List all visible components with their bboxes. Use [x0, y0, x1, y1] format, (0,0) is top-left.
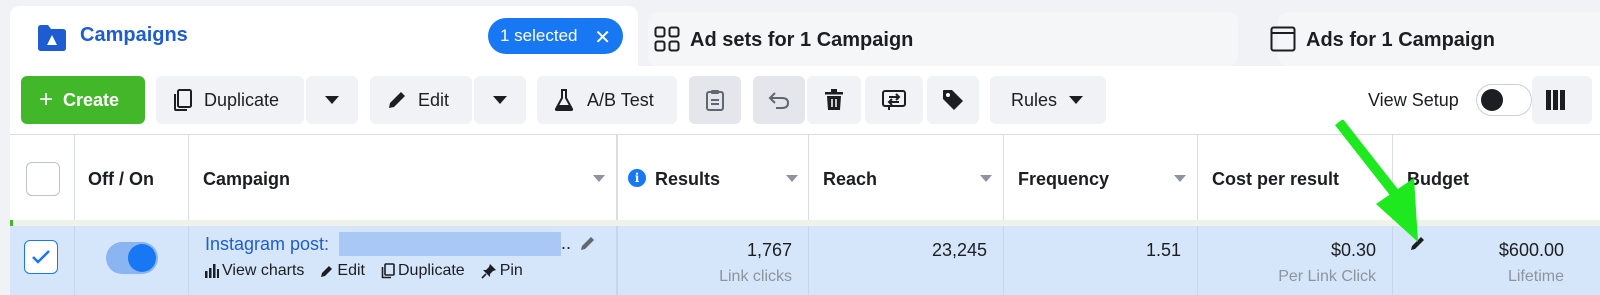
folder-icon [38, 25, 66, 51]
duplicate-action-label: Duplicate [397, 262, 465, 279]
tab-adsets-label: Ad sets for 1 Campaign [690, 29, 914, 51]
rules-button[interactable]: Rules [990, 76, 1106, 124]
tab-adsets[interactable]: Ad sets for 1 Campaign [648, 12, 1238, 66]
edit-action-label: Edit [337, 262, 365, 279]
selected-count-label: 1 selected [500, 26, 578, 45]
campaign-name-ellipsis: .. [561, 233, 572, 253]
header-cost-per-result-label: Cost per result [1212, 169, 1340, 189]
pencil-icon[interactable] [579, 234, 597, 252]
pencil-icon [389, 92, 405, 108]
select-all-checkbox[interactable] [26, 162, 60, 196]
edit-button[interactable]: Edit [370, 76, 472, 124]
create-button[interactable]: + Create [21, 76, 145, 124]
pin-action-label: Pin [499, 262, 523, 279]
header-reach[interactable]: Reach [809, 134, 1004, 220]
header-reach-label: Reach [823, 169, 878, 189]
header-results-label: Results [655, 169, 721, 189]
ab-test-button[interactable]: A/B Test [537, 76, 677, 124]
bar-chart-icon [205, 264, 219, 278]
ab-test-button-label: A/B Test [587, 89, 654, 110]
tab-campaigns-label: Campaigns [80, 24, 188, 46]
grid-icon [654, 26, 680, 52]
clipboard-icon [706, 90, 724, 111]
duplicate-icon [174, 89, 192, 111]
view-setup-toggle[interactable] [1476, 84, 1532, 116]
ad-window-icon [1270, 26, 1296, 52]
header-results[interactable]: i Results [618, 134, 809, 220]
view-charts-action[interactable]: View charts [205, 262, 304, 280]
row-actions: View charts Edit Duplicate Pin [205, 262, 523, 280]
header-frequency[interactable]: Frequency [1004, 134, 1198, 220]
duplicate-button-label: Duplicate [204, 89, 280, 110]
toggle-knob [128, 244, 156, 272]
header-campaign-label: Campaign [203, 169, 291, 189]
row-frequency-cell: 1.51 [1004, 226, 1198, 295]
header-onoff-label: Off / On [88, 169, 154, 189]
campaign-toggle[interactable] [106, 242, 158, 274]
edit-button-label: Edit [418, 89, 450, 110]
row-reach-cell: 23,245 [809, 226, 1004, 295]
frequency-value: 1.51 [1145, 240, 1181, 260]
row-results-cell: 1,767 Link clicks [618, 226, 809, 295]
row-select-cell [10, 226, 75, 295]
tab-ads[interactable]: Ads for 1 Campaign [1270, 12, 1600, 66]
tag-button[interactable] [927, 76, 979, 124]
exchange-icon [882, 90, 906, 110]
caret-down-icon [493, 96, 507, 104]
results-subtext: Link clicks [719, 268, 792, 285]
sort-caret-icon[interactable] [980, 175, 992, 182]
undo-icon [768, 92, 790, 109]
budget-value: $600.00 [1498, 240, 1564, 260]
duplicate-action[interactable]: Duplicate [381, 262, 465, 280]
sort-caret-icon[interactable] [593, 175, 605, 182]
columns-icon [1546, 90, 1565, 110]
budget-subtext: Lifetime [1507, 268, 1564, 285]
duplicate-dropdown-button[interactable] [306, 76, 358, 124]
selected-count-pill[interactable]: 1 selected ✕ [488, 18, 623, 54]
columns-button[interactable] [1532, 76, 1592, 124]
pin-action[interactable]: Pin [481, 262, 523, 280]
header-select-all [10, 134, 75, 220]
delete-button[interactable] [807, 76, 861, 124]
pencil-icon [321, 266, 333, 277]
sort-caret-icon[interactable] [786, 175, 798, 182]
pin-icon [481, 264, 496, 279]
trash-icon [825, 89, 843, 110]
toggle-knob [1481, 89, 1503, 111]
row-campaign-cell: Instagram post: .. View charts Edit Dupl… [189, 226, 618, 295]
header-campaign[interactable]: Campaign [189, 134, 618, 220]
close-icon[interactable]: ✕ [594, 25, 611, 50]
flask-icon [554, 89, 574, 111]
reach-value: 23,245 [931, 240, 987, 260]
tab-ads-label: Ads for 1 Campaign [1306, 29, 1495, 51]
clipboard-button[interactable] [689, 76, 741, 124]
undo-button[interactable] [753, 76, 805, 124]
tag-icon [943, 90, 963, 110]
redacted-campaign-name [339, 232, 561, 256]
create-button-label: Create [63, 89, 120, 110]
edit-action[interactable]: Edit [320, 262, 365, 280]
results-value: 1,767 [746, 240, 792, 260]
caret-down-icon [325, 96, 339, 104]
view-setup-label: View Setup [1368, 90, 1459, 110]
rules-button-label: Rules [1011, 89, 1058, 110]
edit-dropdown-button[interactable] [474, 76, 526, 124]
info-icon[interactable]: i [628, 169, 646, 187]
annotation-arrow-icon [1334, 120, 1418, 242]
row-onoff-cell [75, 226, 189, 295]
tab-campaigns[interactable]: Campaigns 1 selected ✕ [10, 6, 638, 72]
campaign-name-link[interactable]: Instagram post: [205, 234, 329, 255]
view-charts-label: View charts [222, 262, 305, 279]
cost-per-result-subtext: Per Link Click [1278, 268, 1376, 285]
sort-caret-icon[interactable] [1174, 175, 1186, 182]
header-frequency-label: Frequency [1018, 169, 1110, 189]
row-checkbox[interactable] [24, 240, 58, 274]
plus-icon: + [39, 86, 54, 113]
header-onoff: Off / On [75, 134, 189, 220]
duplicate-button[interactable]: Duplicate [156, 76, 304, 124]
caret-down-icon [1069, 96, 1084, 104]
duplicate-icon [381, 263, 395, 279]
export-button[interactable] [865, 76, 923, 124]
checkmark-icon [32, 250, 50, 264]
